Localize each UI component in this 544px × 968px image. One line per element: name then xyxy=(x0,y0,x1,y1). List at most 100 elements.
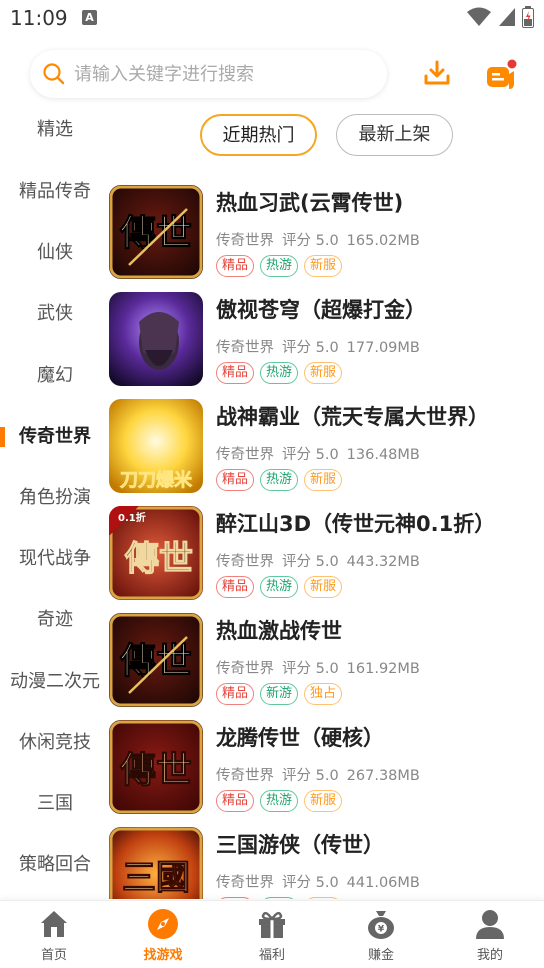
tag-new-server: 新服 xyxy=(304,576,343,598)
game-icon: 三國 xyxy=(109,827,203,899)
sidebar-item-anime[interactable]: 动漫二次元 xyxy=(0,662,110,702)
tag-premium: 精品 xyxy=(216,897,255,899)
tag-exclusive: 独占 xyxy=(304,683,343,705)
sidebar-item-rpg[interactable]: 角色扮演 xyxy=(0,478,110,518)
game-meta: 传奇世界 评分 5.0 443.32MB xyxy=(216,550,428,571)
nav-find-games[interactable]: 找游戏 xyxy=(118,907,208,963)
game-tags: 精品 热游 新服 xyxy=(216,469,343,491)
game-title: 热血激战传世 xyxy=(216,619,342,643)
sidebar-item-modern-war[interactable]: 现代战争 xyxy=(0,539,110,579)
game-tags: 精品 热游 新服 xyxy=(216,255,343,277)
sidebar-item-miracle[interactable]: 奇迹 xyxy=(0,600,110,640)
game-category: 传奇世界 xyxy=(216,340,274,356)
game-icon: 刀刀爆米 xyxy=(109,399,203,493)
download-icon[interactable] xyxy=(422,58,452,88)
game-item[interactable]: 傳世 热血习武(云霄传世) 传奇世界 评分 5.0 165.02MB 精品 热游 新… xyxy=(108,183,544,290)
tag-new-server: 新服 xyxy=(304,255,343,277)
sidebar-item-three-kingdoms[interactable]: 三国 xyxy=(0,784,110,824)
sidebar-item-fantasy[interactable]: 魔幻 xyxy=(0,356,110,396)
game-size: 136.48MB xyxy=(346,447,420,463)
game-tags: 精品 新游 独占 xyxy=(216,683,343,705)
tag-premium: 精品 xyxy=(216,790,255,812)
game-rating: 评分 5.0 xyxy=(282,447,339,463)
svg-text:傳世: 傳世 xyxy=(119,749,192,791)
game-icon: 0.1折 傳世 xyxy=(109,506,203,600)
game-icon: 傳世 xyxy=(109,613,203,707)
nav-home[interactable]: 首页 xyxy=(9,907,99,963)
status-icons xyxy=(466,6,534,28)
tag-premium: 精品 xyxy=(216,576,255,598)
game-category: 传奇世界 xyxy=(216,554,274,570)
search-input[interactable] xyxy=(74,63,374,85)
game-title: 醉江山3D（传世元神0.1折） xyxy=(216,512,496,536)
nav-mine[interactable]: 我的 xyxy=(445,907,535,963)
tag-premium: 精品 xyxy=(216,362,255,384)
game-category: 传奇世界 xyxy=(216,447,274,463)
tag-hot: 热游 xyxy=(260,469,299,491)
game-icon: 傳世 xyxy=(109,720,203,814)
sidebar-item-casual[interactable]: 休闲竞技 xyxy=(0,723,110,763)
game-meta: 传奇世界 评分 5.0 177.09MB xyxy=(216,336,428,357)
wifi-icon xyxy=(467,7,491,26)
nav-earn[interactable]: ¥ 赚金 xyxy=(336,907,426,963)
tag-hot: 热游 xyxy=(260,897,299,899)
sidebar-item-premium-legend[interactable]: 精品传奇 xyxy=(0,172,110,212)
game-title: 傲视苍穹（超爆打金） xyxy=(216,298,426,322)
compass-icon xyxy=(148,909,178,939)
game-meta: 传奇世界 评分 5.0 267.38MB xyxy=(216,764,428,785)
user-icon xyxy=(476,910,504,939)
game-rating: 评分 5.0 xyxy=(282,233,339,249)
tag-hot: 热游 xyxy=(260,576,299,598)
sidebar-item-legend-world[interactable]: 传奇世界 xyxy=(0,417,110,457)
game-tags: 精品 热游 新服 xyxy=(216,790,343,812)
svg-text:刀刀爆米: 刀刀爆米 xyxy=(120,469,193,491)
game-item[interactable]: 0.1折 傳世 醉江山3D（传世元神0.1折） 传奇世界 评分 5.0 443.32… xyxy=(108,504,544,611)
sidebar-item-featured[interactable]: 精选 xyxy=(0,110,110,150)
game-item[interactable]: 三國 三国游侠（传世） 传奇世界评分 5.0 441.06MB 精品 热游 新服 xyxy=(108,825,544,899)
game-item[interactable]: 刀刀爆米 战神霸业（荒天专属大世界） 传奇世界 评分 5.0 136.48MB 精品… xyxy=(108,397,544,504)
game-category: 传奇世界 xyxy=(216,233,274,249)
svg-text:傳世: 傳世 xyxy=(119,212,192,254)
game-rating: 评分 5.0 xyxy=(282,875,339,891)
sidebar-item-xianxia[interactable]: 仙侠 xyxy=(0,233,110,273)
signal-icon xyxy=(499,8,515,26)
tag-new-game: 新游 xyxy=(260,683,299,705)
message-icon[interactable] xyxy=(484,58,518,92)
svg-text:傳世: 傳世 xyxy=(124,539,193,579)
game-rating: 评分 5.0 xyxy=(282,768,339,784)
search-box[interactable] xyxy=(30,50,387,98)
game-list: 傳世 热血习武(云霄传世) 传奇世界 评分 5.0 165.02MB 精品 热游 新… xyxy=(108,183,544,899)
sidebar-item-strategy[interactable]: 策略回合 xyxy=(0,845,110,885)
game-title: 热血习武(云霄传世) xyxy=(216,191,404,215)
game-item[interactable]: 傳世 热血激战传世 传奇世界 评分 5.0 161.92MB 精品 新游 独占 xyxy=(108,611,544,718)
game-size: 165.02MB xyxy=(346,233,420,249)
svg-text:傳世: 傳世 xyxy=(119,640,192,682)
game-title: 战神霸业（荒天专属大世界） xyxy=(216,405,489,429)
sidebar-item-wuxia[interactable]: 武侠 xyxy=(0,294,110,334)
game-tags: 精品 热游 新服 xyxy=(216,897,343,899)
status-bar: 11:09 A xyxy=(0,0,544,36)
tag-new-server: 新服 xyxy=(304,790,343,812)
game-item[interactable]: 傲视苍穹（超爆打金） 传奇世界 评分 5.0 177.09MB 精品 热游 新服 xyxy=(108,290,544,397)
game-category: 传奇世界 xyxy=(216,768,274,784)
game-rating: 评分 5.0 xyxy=(282,340,339,356)
tab-newest[interactable]: 最新上架 xyxy=(336,114,453,156)
game-icon: 傳世 xyxy=(109,185,203,279)
game-meta: 传奇世界 评分 5.0 165.02MB xyxy=(216,229,428,250)
tag-hot: 热游 xyxy=(260,362,299,384)
svg-text:0.1折: 0.1折 xyxy=(118,511,146,524)
tab-recent-hot[interactable]: 近期热门 xyxy=(200,114,317,156)
game-size: 267.38MB xyxy=(346,768,420,784)
svg-text:三國: 三國 xyxy=(122,858,190,898)
game-category: 传奇世界 xyxy=(216,661,274,677)
nav-welfare[interactable]: 福利 xyxy=(227,907,317,963)
tag-new-server: 新服 xyxy=(304,362,343,384)
svg-text:¥: ¥ xyxy=(378,925,385,935)
tag-premium: 精品 xyxy=(216,469,255,491)
game-item[interactable]: 傳世 龙腾传世（硬核） 传奇世界 评分 5.0 267.38MB 精品 热游 新服 xyxy=(108,718,544,825)
game-title: 三国游侠（传世） xyxy=(216,833,384,857)
tag-new-server: 新服 xyxy=(304,469,343,491)
tag-new-server: 新服 xyxy=(304,897,343,899)
money-bag-icon: ¥ xyxy=(368,911,394,939)
active-indicator xyxy=(0,427,5,447)
